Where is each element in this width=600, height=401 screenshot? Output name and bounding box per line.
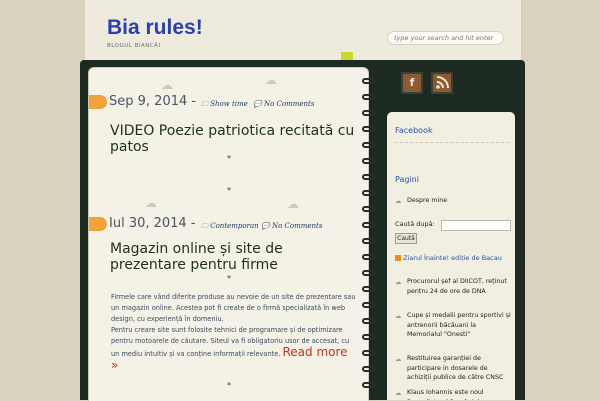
bullet-icon: ☁ [395,355,402,363]
cloud-doodle-icon: ☁ [265,73,277,87]
post-excerpt: Pentru creare site sunt folosite tehnici… [111,325,357,373]
post-comments-label[interactable]: No Comments [272,222,322,230]
facebook-icon[interactable]: f [401,72,423,94]
notebook-content: ☁ ☁ Sep 9, 2014 - 🗀 Show time 💬 No Comme… [88,67,369,401]
post-category-label[interactable]: Contemporan [210,222,258,230]
date-tag-icon [89,217,107,231]
rss-icon [395,255,401,261]
post-separator: * [227,274,231,283]
bullet-icon: ☁ [395,312,402,320]
post-title[interactable]: Magazin online și site de prezentare pen… [110,241,360,273]
post-title[interactable]: VIDEO Poezie patriotica recitată cu pato… [110,123,360,155]
site-header: Bia rules! BLOGUL BIANCĂI [84,0,522,62]
sidebar-search-input[interactable] [441,220,511,231]
post-date: Iul 30, 2014 - [109,216,196,231]
search-input[interactable] [387,31,504,45]
news-item-label[interactable]: Cupe și medalii pentru sportivi și antre… [407,311,511,340]
post-separator: * [227,186,231,195]
bullet-icon: ☁ [395,197,402,205]
post-separator: * [227,154,231,163]
cloud-doodle-icon: ☁ [161,78,173,92]
post-excerpt: Firmele care vând diferite produse au ne… [111,293,356,323]
news-item-label[interactable]: Procurorul șef al DIICOT, reținut pentru… [407,277,511,296]
sidebar-search-button[interactable]: Caută [395,233,417,244]
news-item-label[interactable]: Klaus Iohannis este noul Președinte al R… [407,388,511,400]
rss-feed-title-label[interactable]: Ziarul Înainte! ediție de Bacau [403,254,502,262]
page-link-label[interactable]: Despre mine [407,196,511,206]
post-separator: * [227,381,231,390]
sidebar: Facebook Pagini ☁ Despre mine Caută după… [387,112,515,400]
post-category[interactable]: 🗀 Show time [201,100,248,111]
post-category[interactable]: 🗀 Contemporan [201,222,259,233]
sidebar-search-label: Caută după: [395,220,435,228]
post-date: Sep 9, 2014 - [109,94,197,109]
spiral-binding [362,70,376,400]
rss-feed-title[interactable]: Ziarul Înainte! ediție de Bacau [395,254,513,262]
rss-icon[interactable] [431,72,453,94]
post-category-label[interactable]: Show time [210,100,248,108]
news-item-label[interactable]: Restituirea garanției de participare in … [407,354,511,383]
site-title[interactable]: Bia rules! [107,16,203,40]
post-comments[interactable]: 💬 No Comments [253,100,314,108]
bullet-icon: ☁ [395,278,402,286]
site-description: BLOGUL BIANCĂI [107,43,161,49]
pages-widget-heading: Pagini [395,175,419,184]
cloud-doodle-icon: ☁ [145,196,157,210]
post-comments-label[interactable]: No Comments [264,100,314,108]
facebook-widget-heading[interactable]: Facebook [395,126,433,135]
post-comments[interactable]: 💬 No Comments [261,222,322,230]
bullet-icon: ☁ [395,389,402,397]
cloud-doodle-icon: ☁ [287,197,299,211]
date-tag-icon [89,95,107,109]
